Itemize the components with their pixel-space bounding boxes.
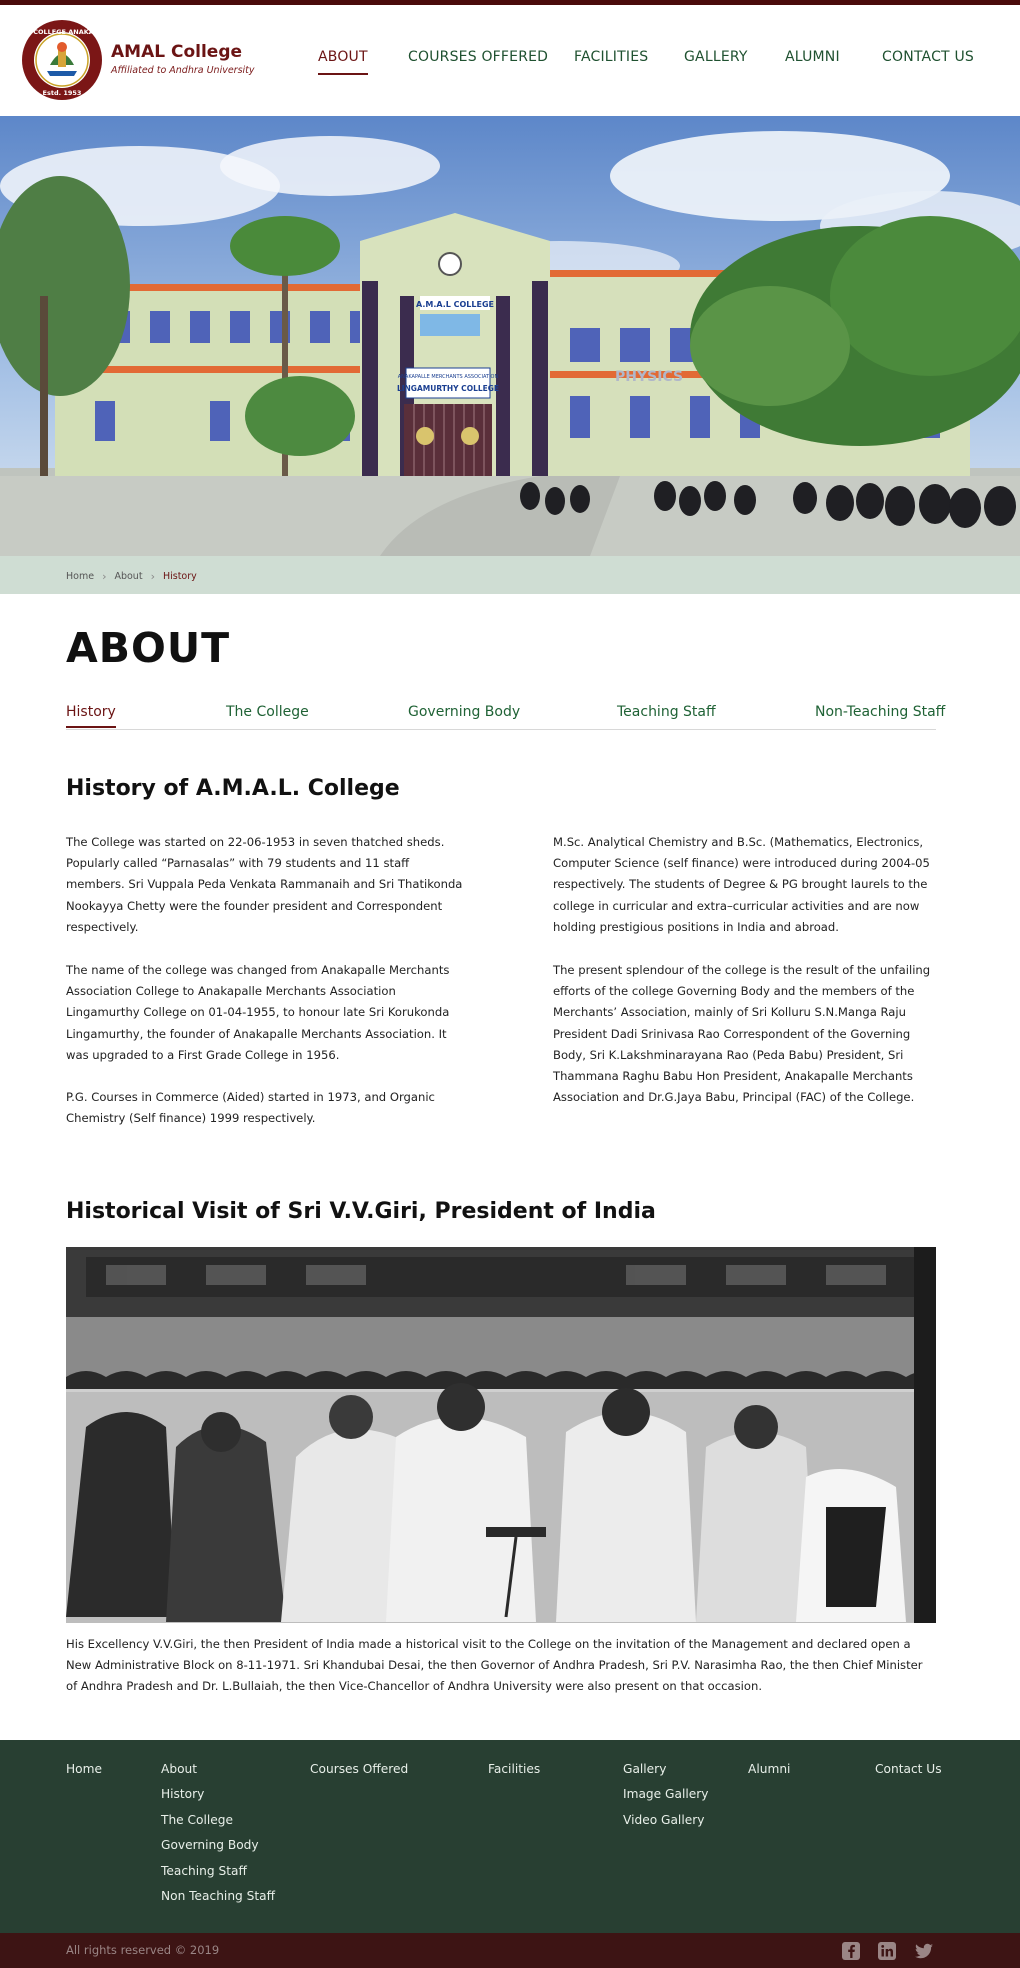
tab-non-teaching-staff[interactable]: Non-Teaching Staff	[815, 704, 945, 720]
nav-contact-us[interactable]: CONTACT US	[882, 49, 974, 65]
nav-about[interactable]: ABOUT	[318, 49, 368, 75]
main-nav: ABOUT COURSES OFFERED FACILITIES GALLERY…	[0, 49, 1020, 79]
nav-gallery[interactable]: GALLERY	[684, 49, 748, 65]
copyright-text: All rights reserved © 2019	[66, 1943, 220, 1957]
footer-link-contact-us[interactable]: Contact Us	[875, 1761, 942, 1778]
facebook-icon[interactable]	[841, 1941, 861, 1961]
footer-column-gallery: Gallery Image Gallery Video Gallery	[623, 1761, 708, 1829]
tab-teaching-staff[interactable]: Teaching Staff	[617, 704, 716, 720]
breadcrumb-about[interactable]: About	[114, 571, 142, 582]
history-paragraph: P.G. Courses in Commerce (Aided) started…	[66, 1090, 435, 1126]
breadcrumb-history: History	[162, 571, 197, 582]
history-paragraph: M.Sc. Analytical Chemistry and B.Sc. (Ma…	[553, 835, 930, 934]
tab-the-college[interactable]: The College	[226, 704, 309, 720]
footer-column-alumni: Alumni	[748, 1761, 790, 1778]
linkedin-icon[interactable]	[877, 1941, 897, 1961]
footer-link-facilities[interactable]: Facilities	[488, 1761, 540, 1778]
footer-link-history[interactable]: History	[161, 1786, 275, 1803]
hero-sign-physics: PHYSICS	[615, 369, 683, 385]
chevron-right-icon: ›	[150, 570, 155, 583]
history-paragraph: The present splendour of the college is …	[553, 963, 931, 1105]
logo-ring-text-top: AMAL COLLEGE ANAKAPALLI	[21, 28, 103, 36]
tab-governing-body[interactable]: Governing Body	[408, 704, 520, 720]
history-paragraph: The name of the college was changed from…	[66, 963, 450, 1062]
nav-alumni[interactable]: ALUMNI	[785, 49, 840, 65]
footer-link-image-gallery[interactable]: Image Gallery	[623, 1786, 708, 1803]
history-title: History of A.M.A.L. College	[66, 776, 400, 801]
footer-link-video-gallery[interactable]: Video Gallery	[623, 1812, 708, 1829]
footer-link-the-college[interactable]: The College	[161, 1812, 275, 1829]
footer-link-teaching-staff[interactable]: Teaching Staff	[161, 1863, 275, 1880]
breadcrumb: Home › About › History	[66, 570, 197, 583]
tab-history[interactable]: History	[66, 704, 116, 728]
chevron-right-icon: ›	[102, 570, 107, 583]
visit-title: Historical Visit of Sri V.V.Giri, Presid…	[66, 1199, 656, 1224]
footer-link-governing-body[interactable]: Governing Body	[161, 1837, 275, 1854]
nav-facilities[interactable]: FACILITIES	[574, 49, 648, 65]
footer-column-home: Home	[66, 1761, 102, 1778]
page-title: ABOUT	[66, 624, 231, 672]
site-header: AMAL COLLEGE ANAKAPALLI Estd. 1953 AMAL …	[0, 5, 1020, 116]
visit-caption: His Excellency V.V.Giri, the then Presid…	[66, 1637, 923, 1694]
footer-link-non-teaching-staff[interactable]: Non Teaching Staff	[161, 1888, 275, 1905]
history-paragraph: The College was started on 22-06-1953 in…	[66, 835, 463, 934]
breadcrumb-home[interactable]: Home	[66, 571, 94, 582]
footer-column-courses: Courses Offered	[310, 1761, 408, 1778]
hero-sign-lingamurthy: LINGAMURTHY COLLEGE	[397, 384, 499, 393]
footer-link-courses-offered[interactable]: Courses Offered	[310, 1761, 408, 1778]
footer-link-alumni[interactable]: Alumni	[748, 1761, 790, 1778]
twitter-icon[interactable]	[914, 1941, 934, 1961]
site-footer: Home About History The College Governing…	[0, 1740, 1020, 1933]
historical-visit-photo	[66, 1247, 936, 1623]
footer-link-home[interactable]: Home	[66, 1761, 102, 1778]
logo-ring-text-bottom: Estd. 1953	[43, 89, 82, 97]
footer-column-contact: Contact Us	[875, 1761, 942, 1778]
about-subtabs: History The College Governing Body Teach…	[66, 700, 945, 730]
breadcrumb-bar: Home › About › History	[0, 556, 1020, 594]
footer-column-facilities: Facilities	[488, 1761, 540, 1778]
nav-courses-offered[interactable]: COURSES OFFERED	[408, 49, 548, 65]
footer-column-about: About History The College Governing Body…	[161, 1761, 275, 1905]
hero-sign-college: A.M.A.L COLLEGE	[416, 300, 494, 309]
footer-link-about[interactable]: About	[161, 1761, 275, 1778]
footer-link-gallery[interactable]: Gallery	[623, 1761, 708, 1778]
bottom-bar: All rights reserved © 2019	[0, 1933, 1020, 1968]
hero-banner-photo: A.M.A.L COLLEGE ANAKAPALLE MERCHANTS ASS…	[0, 116, 1020, 556]
hero-sign-association: ANAKAPALLE MERCHANTS ASSOCIATION	[398, 374, 499, 380]
